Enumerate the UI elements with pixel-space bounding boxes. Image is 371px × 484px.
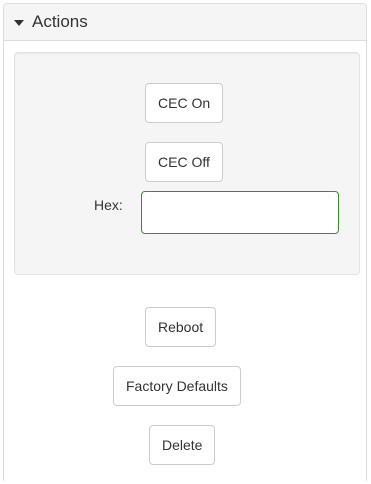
hex-input[interactable] xyxy=(141,191,339,234)
hex-label: Hex: xyxy=(94,197,123,213)
reboot-button[interactable]: Reboot xyxy=(145,307,217,347)
caret-down-icon xyxy=(14,19,24,26)
panel-title: Actions xyxy=(32,12,88,31)
cec-controls-well: CEC On CEC Off Hex: xyxy=(14,52,360,275)
cec-on-button[interactable]: CEC On xyxy=(145,83,224,123)
factory-defaults-button[interactable]: Factory Defaults xyxy=(113,366,241,406)
actions-panel: Actions CEC On CEC Off Hex: Reboot Facto… xyxy=(3,3,367,481)
actions-panel-heading[interactable]: Actions xyxy=(4,4,366,41)
cec-off-button[interactable]: CEC Off xyxy=(145,142,223,182)
delete-button[interactable]: Delete xyxy=(149,425,216,465)
